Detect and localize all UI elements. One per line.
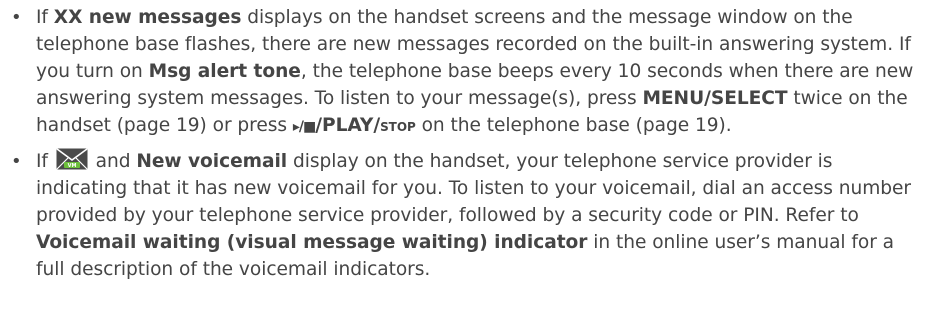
text: and bbox=[89, 151, 137, 172]
bullet-dot: • bbox=[11, 151, 22, 172]
bullet-dot: • bbox=[11, 7, 22, 28]
bold-term: XX new messages bbox=[53, 7, 242, 28]
bullet-new-messages: • If XX new messages displays on the han… bbox=[8, 4, 927, 141]
text: on the telephone base (page 19). bbox=[415, 115, 732, 136]
bullet-list: • If XX new messages displays on the han… bbox=[8, 4, 927, 283]
text: If bbox=[36, 151, 54, 172]
bullet-new-voicemail: • If VM and New voicemail display on the… bbox=[8, 148, 927, 283]
bold-term: New voicemail bbox=[136, 151, 288, 172]
play-stop-icon: ▸/■ bbox=[292, 119, 316, 135]
text: If bbox=[36, 7, 54, 28]
new-voicemail-envelope-icon: VM bbox=[56, 148, 88, 170]
bold-term: /PLAY/ bbox=[315, 115, 381, 136]
svg-text:VM: VM bbox=[67, 163, 76, 169]
bold-term: Msg alert tone bbox=[148, 61, 301, 82]
bold-term: MENU/SELECT bbox=[642, 88, 788, 109]
document-body: • If XX new messages displays on the han… bbox=[0, 0, 941, 323]
bold-term: Voicemail waiting (visual message waitin… bbox=[36, 232, 588, 253]
stop-key-label: stop bbox=[380, 116, 416, 136]
